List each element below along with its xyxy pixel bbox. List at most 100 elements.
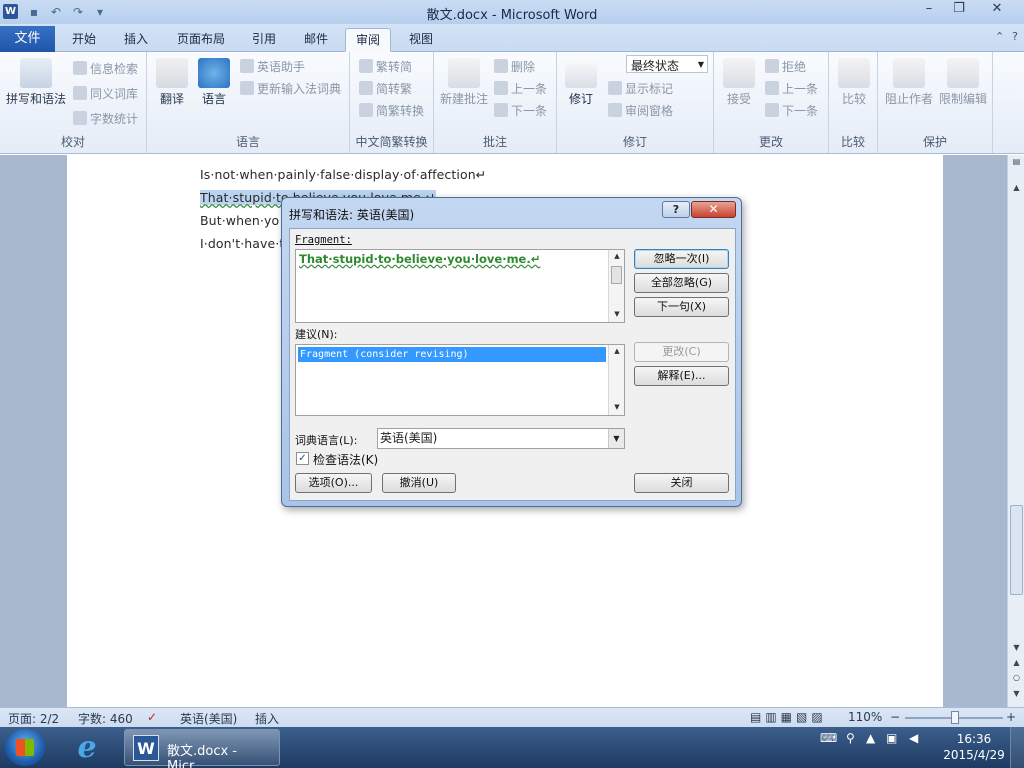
word-count[interactable]: 字数: 460 [78, 710, 133, 727]
fragment-scrollbar[interactable]: ▲ ▼ [608, 250, 624, 322]
next-sentence-button[interactable]: 下一句(X) [634, 297, 729, 317]
dialog-close-icon[interactable]: ✕ [691, 201, 736, 218]
tab-home[interactable]: 开始 [62, 28, 106, 52]
restore-button[interactable]: ❐ [944, 0, 974, 19]
language-status[interactable]: 英语(美国) [180, 710, 237, 727]
fragment-text[interactable]: That·stupid·to·believe·you·love·me.↵ [299, 252, 540, 266]
doc-line[interactable]: Is·not·when·painly·false·display·of·affe… [200, 167, 486, 182]
page-count[interactable]: 页面: 2/2 [8, 710, 59, 727]
check-grammar-checkbox[interactable]: ✓ [296, 452, 309, 465]
undo-button[interactable]: 撤消(U) [382, 473, 456, 493]
trad-to-simp-button[interactable]: 繁转简 [359, 58, 412, 75]
suggestions-list[interactable]: Fragment (consider revising) ▲ ▼ [295, 344, 625, 416]
track-changes-button[interactable]: 修订 [563, 58, 599, 107]
tab-mailings[interactable]: 邮件 [294, 28, 338, 52]
zoom-in-button[interactable]: + [1006, 710, 1016, 724]
english-helper-button[interactable]: 英语助手 [240, 58, 305, 75]
taskbar-item-word[interactable]: W 散文.docx - Micr... [124, 729, 280, 768]
tab-view[interactable]: 视图 [399, 28, 443, 52]
check-grammar-label[interactable]: 检查语法(K) [313, 451, 378, 468]
update-ime-button[interactable]: 更新输入法词典 [240, 80, 341, 97]
change-button[interactable]: 更改(C) [634, 342, 729, 362]
insert-mode[interactable]: 插入 [255, 710, 279, 727]
tab-page-layout[interactable]: 页面布局 [167, 28, 235, 52]
fragment-textbox[interactable]: That·stupid·to·believe·you·love·me.↵ ▲ ▼ [295, 249, 625, 323]
translate-button[interactable]: 翻译 [153, 58, 191, 107]
system-clock[interactable]: 16:36 2015/4/29 [938, 731, 1010, 763]
simp-to-trad-button[interactable]: 简转繁 [359, 80, 412, 97]
dropdown-arrow-icon[interactable]: ▼ [608, 429, 624, 448]
ignore-once-button[interactable]: 忽略一次(I) [634, 249, 729, 269]
options-button[interactable]: 选项(O)... [295, 473, 372, 493]
scroll-down-icon[interactable]: ▼ [609, 403, 625, 411]
group-label: 更改 [758, 135, 783, 149]
help-icon[interactable]: ? [1012, 30, 1018, 43]
zoom-slider-handle[interactable] [951, 711, 959, 724]
previous-comment-button[interactable]: 上一条 [494, 80, 547, 97]
next-change-button[interactable]: 下一条 [765, 102, 818, 119]
explain-button[interactable]: 解释(E)... [634, 366, 729, 386]
show-markup-button[interactable]: 显示标记 [608, 80, 673, 97]
ignore-all-button[interactable]: 全部忽略(G) [634, 273, 729, 293]
scroll-down-icon[interactable]: ▼ [1008, 643, 1024, 652]
doc-line[interactable]: But·when·yo [200, 213, 279, 228]
ruler-toggle-icon[interactable]: ▤ [1008, 157, 1024, 166]
suggestions-scrollbar[interactable]: ▲ ▼ [608, 345, 624, 415]
start-button[interactable] [5, 729, 45, 766]
view-buttons-icon[interactable]: ▤▥▦▧▨ [750, 710, 827, 724]
word-count-button[interactable]: 字数统计 [73, 110, 138, 127]
scroll-thumb[interactable] [1010, 505, 1023, 595]
reject-button[interactable]: 拒绝 [765, 58, 806, 75]
scroll-thumb[interactable] [611, 266, 622, 284]
lock-icon [947, 58, 979, 88]
restrict-editing-button[interactable]: 限制编辑 [936, 58, 990, 107]
word-icon: W [133, 735, 159, 761]
language-button[interactable]: 语言 [195, 58, 233, 107]
vertical-scrollbar[interactable]: ▤ ▲ ▼ ▲ ○ ▼ [1007, 155, 1024, 707]
block-authors-button[interactable]: 阻止作者 [882, 58, 936, 107]
display-for-review-select[interactable]: 最终状态 ▼ [626, 55, 708, 73]
delete-comment-button[interactable]: 删除 [494, 58, 535, 75]
chinese-convert-button[interactable]: 简繁转换 [359, 102, 424, 119]
previous-page-icon[interactable]: ▲ [1008, 658, 1024, 667]
thesaurus-button[interactable]: 同义词库 [73, 85, 138, 102]
next-page-icon[interactable]: ▼ [1008, 689, 1024, 698]
next-comment-icon [494, 103, 508, 117]
compare-button[interactable]: 比较 [835, 58, 873, 107]
proofing-status-icon[interactable]: ✓ [147, 710, 157, 724]
tab-review[interactable]: 审阅 [345, 28, 392, 52]
minimize-button[interactable]: – [914, 0, 944, 19]
zoom-out-button[interactable]: − [890, 710, 900, 724]
spelling-grammar-button[interactable]: 拼写和语法 [5, 58, 67, 107]
suggestion-item[interactable]: Fragment (consider revising) [298, 347, 606, 362]
tab-references[interactable]: 引用 [242, 28, 286, 52]
dictionary-language-select[interactable]: 英语(美国) ▼ [377, 428, 625, 449]
internet-explorer-icon[interactable]: e [70, 731, 104, 764]
research-icon [73, 61, 87, 75]
collapse-ribbon-icon[interactable]: ⌃ [995, 30, 1004, 43]
research-button[interactable]: 信息检索 [73, 60, 138, 77]
browse-object-icon[interactable]: ○ [1008, 673, 1024, 682]
tab-file[interactable]: 文件 [0, 26, 55, 52]
show-desktop-button[interactable] [1010, 727, 1024, 768]
scroll-up-icon[interactable]: ▲ [1008, 183, 1024, 192]
close-dialog-button[interactable]: 关闭 [634, 473, 729, 493]
english-helper-icon [240, 59, 254, 73]
group-label: 比较 [840, 135, 865, 149]
previous-comment-icon [494, 81, 508, 95]
accept-button[interactable]: 接受 [720, 58, 758, 107]
spelling-icon [20, 58, 52, 88]
tab-insert[interactable]: 插入 [114, 28, 158, 52]
zoom-level[interactable]: 110% [848, 710, 882, 724]
new-comment-button[interactable]: 新建批注 [438, 58, 490, 107]
scroll-down-icon[interactable]: ▼ [609, 310, 625, 318]
doc-line[interactable]: I·don't·have·t [200, 236, 284, 251]
dialog-help-button[interactable]: ? [662, 201, 690, 218]
scroll-up-icon[interactable]: ▲ [609, 252, 625, 260]
dialog-body: Fragment: That·stupid·to·believe·you·lov… [289, 228, 736, 501]
previous-change-button[interactable]: 上一条 [765, 80, 818, 97]
next-comment-button[interactable]: 下一条 [494, 102, 547, 119]
close-window-button[interactable]: ✕ [974, 0, 1020, 19]
scroll-up-icon[interactable]: ▲ [609, 347, 625, 355]
review-pane-button[interactable]: 审阅窗格 [608, 102, 673, 119]
